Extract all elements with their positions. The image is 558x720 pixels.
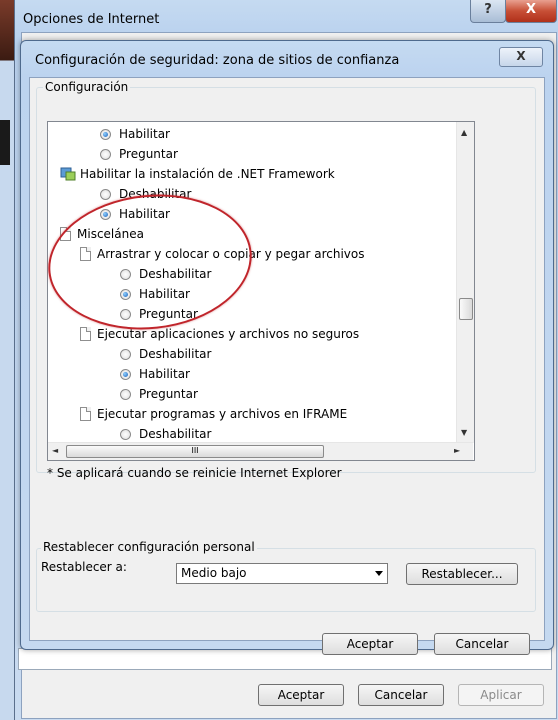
scroll-left-arrow-icon[interactable]: ◄ [52,446,58,455]
radio-selected-icon[interactable] [120,289,131,300]
reset-to-label: Restablecer a: [41,560,127,574]
category-row: Arrastrar y colocar o copiar y pegar arc… [80,244,364,264]
tree-item-label: Deshabilitar [119,187,192,201]
option-row[interactable]: Habilitar [120,364,190,384]
option-row[interactable]: Deshabilitar [100,184,191,204]
tree-item-label: Preguntar [139,387,198,401]
scroll-right-arrow-icon[interactable]: ► [454,446,460,455]
radio-unselected-icon[interactable] [100,149,111,160]
reset-level-select[interactable]: Medio bajo [176,563,388,584]
reset-level-value: Medio bajo [181,566,247,580]
tree-item-label: Preguntar [139,307,198,321]
horizontal-scroll-thumb[interactable]: III [66,445,324,458]
net-framework-icon [60,167,76,181]
settings-group-label: Configuración [43,80,131,94]
apply-button[interactable]: Aplicar [458,684,544,706]
tree-item-label: Habilitar [139,287,190,301]
tree-item-label: Miscelánea [77,227,144,241]
dialog-content: Configuración Habilitar Preguntar Habilita… [29,77,545,655]
tree-item-label: Habilitar [119,127,170,141]
tree-item-label: Habilitar la instalación de .NET Framewo… [80,167,335,181]
option-row[interactable]: Preguntar [100,144,178,164]
dialog-close-button[interactable]: X [499,47,543,67]
category-row: Miscelánea [60,224,144,244]
tree-item-label: Arrastrar y colocar o copiar y pegar arc… [97,247,365,261]
option-row[interactable]: Preguntar [120,304,198,324]
security-settings-dialog: Configuración de seguridad: zona de siti… [20,40,554,655]
tree-item-label: Ejecutar programas y archivos en IFRAME [97,407,348,421]
option-row[interactable]: Habilitar [100,124,170,144]
radio-unselected-icon[interactable] [120,269,131,280]
page-icon [80,327,91,341]
vertical-scrollbar[interactable]: ▲ ▼ [456,122,474,443]
dialog-title: Configuración de seguridad: zona de siti… [35,53,400,68]
option-row[interactable]: Habilitar [100,204,170,224]
tree-item-label: Preguntar [119,147,178,161]
background-window-strip [0,0,14,720]
scroll-down-arrow-icon[interactable]: ▼ [461,428,467,437]
radio-unselected-icon[interactable] [120,309,131,320]
reset-group-label: Restablecer configuración personal [41,540,257,554]
accept-button-outer[interactable]: Aceptar [258,684,344,706]
settings-tree[interactable]: Habilitar Preguntar Habilitar la instalaci… [47,121,475,461]
background-window-edge [0,120,10,165]
category-row: Habilitar la instalación de .NET Framewo… [60,164,335,184]
radio-selected-icon[interactable] [120,369,131,380]
category-row: Ejecutar aplicaciones y archivos no segu… [80,324,359,344]
tree-item-label: Deshabilitar [139,267,212,281]
reset-button[interactable]: Restablecer... [406,563,518,585]
help-button[interactable]: ? [470,0,506,23]
option-row[interactable]: Deshabilitar [120,264,211,284]
radio-selected-icon[interactable] [100,129,111,140]
page-icon [60,227,71,241]
restart-note: * Se aplicará cuando se reinicie Interne… [47,466,342,480]
page-icon [80,407,91,421]
tree-item-label: Deshabilitar [139,347,212,361]
tree-item-label: Deshabilitar [139,427,212,441]
vertical-scroll-thumb[interactable] [459,298,473,320]
radio-unselected-icon[interactable] [120,389,131,400]
radio-unselected-icon[interactable] [120,429,131,440]
chevron-down-icon [375,571,383,576]
option-row[interactable]: Habilitar [120,284,190,304]
cancel-button-outer[interactable]: Cancelar [358,684,444,706]
option-row[interactable]: Deshabilitar [120,424,211,444]
scroll-up-arrow-icon[interactable]: ▲ [461,128,467,137]
accept-button[interactable]: Aceptar [322,633,418,655]
option-row[interactable]: Deshabilitar [120,344,211,364]
tree-item-label: Habilitar [139,367,190,381]
page-icon [80,247,91,261]
category-row: Ejecutar programas y archivos en IFRAME [80,404,347,424]
radio-unselected-icon[interactable] [120,349,131,360]
window-title: Opciones de Internet [23,12,160,27]
radio-unselected-icon[interactable] [100,189,111,200]
option-row[interactable]: Preguntar [120,384,198,404]
horizontal-scrollbar[interactable]: ◄ III ► [48,442,473,460]
tree-item-label: Habilitar [119,207,170,221]
close-button[interactable]: X [505,0,557,23]
cancel-button[interactable]: Cancelar [434,633,530,655]
radio-selected-icon[interactable] [100,209,111,220]
tree-item-label: Ejecutar aplicaciones y archivos no segu… [97,327,360,341]
